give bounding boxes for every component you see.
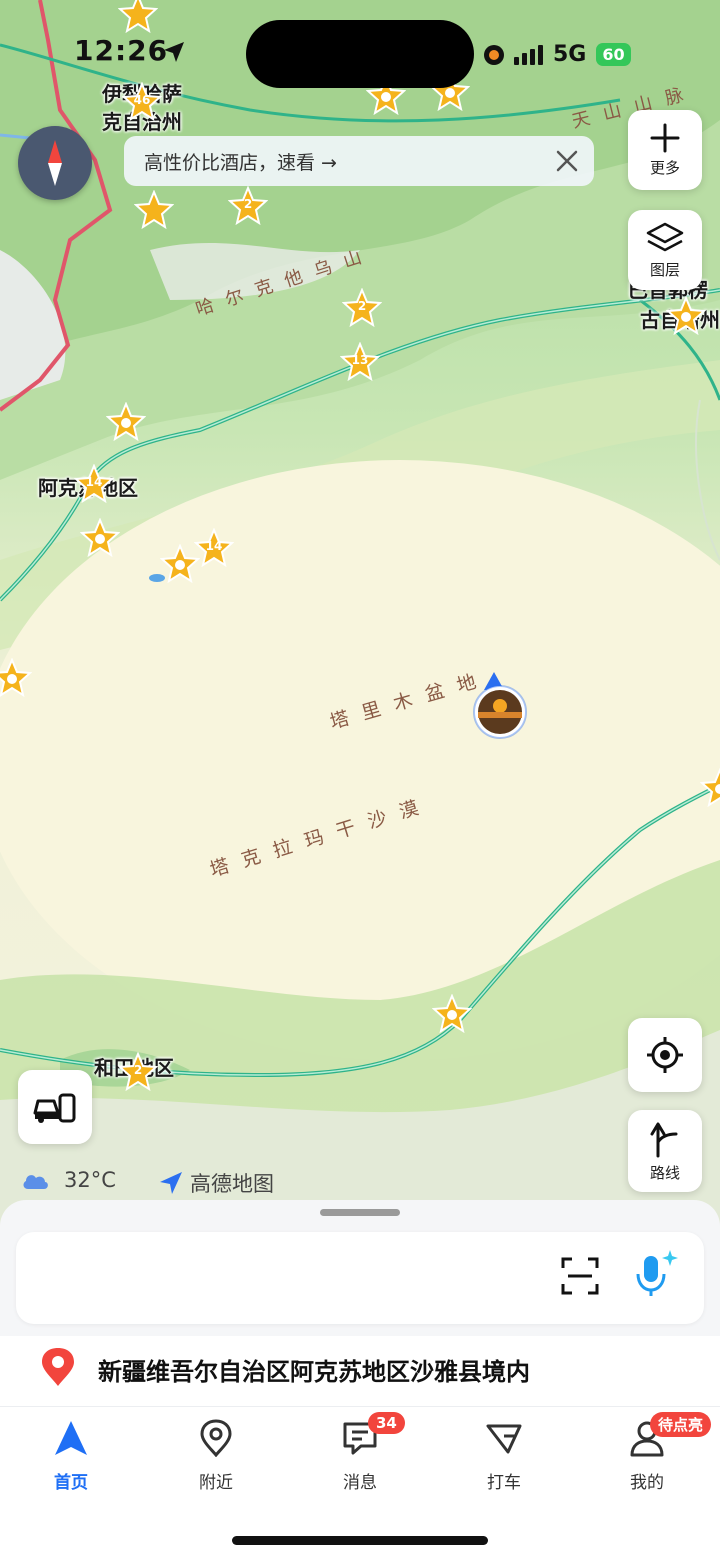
poi-star-marker[interactable]: 13 [340, 342, 380, 382]
star-icon [106, 402, 146, 442]
layers-button[interactable]: 图层 [628, 210, 702, 290]
star-icon [118, 0, 158, 34]
voice-mic-icon[interactable] [630, 1248, 680, 1300]
poi-star-marker[interactable]: 2 [228, 186, 268, 226]
poi-star-marker[interactable] [80, 518, 120, 558]
tab-label: 消息 [343, 1473, 377, 1493]
tab-taxi[interactable]: 打车 [449, 1418, 559, 1493]
dynamic-island [246, 20, 474, 88]
navigation-arrow-icon [55, 1421, 87, 1455]
weather-temperature: 32°C [64, 1168, 116, 1192]
more-label: 更多 [649, 158, 680, 177]
poi-star-marker[interactable] [106, 402, 146, 442]
poi-star-marker[interactable] [666, 296, 706, 336]
sheet-grabber[interactable] [320, 1209, 400, 1216]
poi-star-marker[interactable]: 14 [74, 464, 114, 504]
status-time: 12:26 [74, 34, 169, 67]
route-button[interactable]: 路线 [628, 1110, 702, 1192]
promo-text: 高性价比酒店，速看 → [144, 151, 337, 174]
star-icon [80, 518, 120, 558]
poi-star-marker[interactable] [0, 658, 32, 698]
route-fork-icon [650, 1122, 678, 1157]
weather-widget[interactable]: 32°C [20, 1168, 116, 1192]
location-pin-icon [42, 1348, 74, 1386]
scan-icon[interactable] [560, 1256, 600, 1296]
layers-label: 图层 [649, 260, 680, 279]
star-icon [0, 658, 32, 698]
battery-level: 60 [596, 43, 631, 66]
crosshair-icon [647, 1037, 683, 1073]
star-icon [700, 768, 720, 808]
compass-button[interactable] [18, 126, 92, 200]
more-button[interactable]: 更多 [628, 110, 702, 190]
tab-label: 首页 [54, 1473, 88, 1493]
poi-star-marker[interactable] [432, 994, 472, 1034]
brand-logo: 高德地图 [158, 1168, 274, 1198]
current-location-marker[interactable] [470, 668, 530, 744]
route-label: 路线 [649, 1163, 680, 1182]
status-indicators: 5G 60 [484, 42, 631, 67]
layers-icon [646, 222, 684, 251]
current-location-text: 新疆维吾尔自治区阿克苏地区沙雅县境内 [98, 1358, 530, 1386]
tab-label: 我的 [630, 1473, 664, 1493]
messages-badge: 34 [368, 1412, 405, 1434]
taxi-icon [486, 1424, 522, 1454]
poi-star-marker[interactable] [118, 0, 158, 34]
map-pin-icon [200, 1419, 232, 1457]
location-arrow-icon [164, 42, 184, 62]
poi-star-marker[interactable]: 14 [194, 528, 234, 568]
profile-badge: 待点亮 [650, 1412, 712, 1437]
home-indicator[interactable] [232, 1536, 488, 1545]
hotel-promo-banner[interactable]: 高性价比酒店，速看 → [124, 136, 594, 186]
signal-strength-icon [514, 44, 543, 65]
star-icon [666, 296, 706, 336]
poi-star-marker[interactable]: 2 [118, 1052, 158, 1092]
tab-label: 附近 [199, 1473, 233, 1493]
tab-home[interactable]: 首页 [16, 1418, 126, 1493]
star-icon [134, 190, 174, 230]
cloud-icon [23, 1175, 48, 1189]
brand-name: 高德地图 [190, 1172, 274, 1196]
network-type: 5G [553, 42, 587, 67]
car-connect-icon [33, 1093, 76, 1123]
my-location-button[interactable] [628, 1018, 702, 1092]
plus-icon [650, 123, 680, 152]
recording-indicator-icon [484, 44, 504, 65]
poi-star-marker[interactable]: 46 [122, 82, 162, 122]
search-input[interactable] [16, 1232, 704, 1324]
amap-logo-icon [160, 1172, 182, 1194]
compass-icon [48, 140, 62, 186]
car-phone-button[interactable] [18, 1070, 92, 1144]
poi-star-marker[interactable]: 2 [342, 288, 382, 328]
tab-nearby[interactable]: 附近 [161, 1418, 271, 1493]
poi-star-marker[interactable] [160, 544, 200, 584]
tab-label: 打车 [487, 1473, 521, 1493]
star-icon [432, 994, 472, 1034]
poi-star-marker[interactable] [700, 768, 720, 808]
close-icon[interactable] [554, 148, 580, 174]
poi-star-marker[interactable] [134, 190, 174, 230]
star-icon [160, 544, 200, 584]
